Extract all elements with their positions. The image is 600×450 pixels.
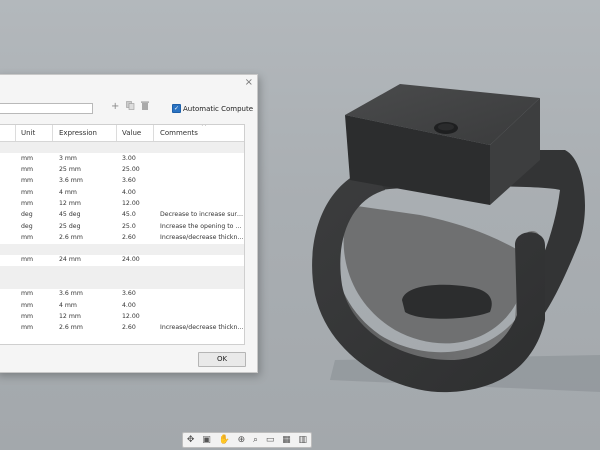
table-row[interactable]: mm 4 mm 4.00	[0, 187, 244, 198]
unit-cell: mm	[21, 188, 34, 196]
value-cell: 25.0	[122, 222, 136, 230]
value-cell: 3.60	[122, 290, 136, 298]
table-row[interactable]: mm 25 mm 25.00	[0, 165, 244, 176]
expression-cell[interactable]: 4 mm	[59, 189, 77, 196]
column-divider[interactable]	[52, 125, 53, 141]
sort-indicator-icon[interactable]: ^	[201, 125, 207, 131]
value-cell: 2.60	[122, 324, 136, 332]
table-row[interactable]: mm 12 mm 12.00	[0, 198, 244, 209]
unit-cell: mm	[21, 233, 34, 241]
table-row[interactable]: deg 45 deg 45.0 Decrease to increase surf..…	[0, 210, 244, 221]
fit-icon[interactable]: ⌕	[253, 433, 258, 447]
display-settings-icon[interactable]: ▭	[266, 433, 275, 447]
table-row[interactable]: deg 25 deg 25.0 Increase the opening to ...	[0, 221, 244, 232]
table-group-row[interactable]	[0, 277, 244, 289]
delete-icon[interactable]	[141, 101, 149, 113]
table-row[interactable]: mm 3 mm 3.00	[0, 153, 244, 164]
parameters-table: Unit Expression Value Comments ^ mm 3 mm 3…	[0, 124, 245, 345]
unit-cell: mm	[21, 312, 34, 320]
table-row[interactable]: mm 3.6 mm 3.60	[0, 176, 244, 187]
column-header-value[interactable]: Value	[122, 129, 141, 137]
comment-cell[interactable]: Increase/decrease thickn...	[160, 234, 244, 241]
orbit-icon[interactable]: ✥	[187, 433, 195, 447]
expression-cell[interactable]: 12 mm	[59, 313, 81, 320]
column-divider[interactable]	[15, 125, 16, 141]
expression-cell[interactable]: 12 mm	[59, 200, 81, 207]
copy-icon[interactable]	[126, 101, 135, 113]
value-cell: 2.60	[122, 233, 136, 241]
expression-cell[interactable]: 3.6 mm	[59, 290, 83, 297]
automatic-compute-toggle[interactable]: ✓ Automatic Compute	[172, 104, 253, 113]
look-at-icon[interactable]: ▣	[202, 433, 211, 447]
unit-cell: mm	[21, 290, 34, 298]
close-icon[interactable]: ×	[245, 77, 253, 88]
viewports-icon[interactable]: ▥	[299, 433, 308, 447]
value-cell: 25.00	[122, 166, 140, 174]
ring-slot	[402, 284, 492, 319]
column-header-expression[interactable]: Expression	[59, 129, 97, 137]
table-header: Unit Expression Value Comments ^	[0, 125, 244, 142]
expression-cell[interactable]: 2.6 mm	[59, 234, 83, 241]
expression-cell[interactable]: 4 mm	[59, 302, 77, 309]
column-divider[interactable]	[153, 125, 154, 141]
unit-cell: mm	[21, 199, 34, 207]
table-row[interactable]: mm 2.6 mm 2.60 Increase/decrease thickn...	[0, 232, 244, 243]
expression-cell[interactable]: 2.6 mm	[59, 324, 83, 331]
filter-input[interactable]	[0, 103, 93, 114]
ring-inner-shade	[343, 205, 518, 344]
unit-cell: deg	[21, 211, 33, 219]
value-cell: 45.0	[122, 211, 136, 219]
value-cell: 12.00	[122, 199, 140, 207]
value-cell: 4.00	[122, 188, 136, 196]
expression-cell[interactable]: 25 deg	[59, 223, 81, 230]
comment-cell[interactable]: Decrease to increase surf...	[160, 211, 244, 218]
value-cell: 3.00	[122, 154, 136, 162]
table-row[interactable]: mm 3.6 mm 3.60	[0, 289, 244, 300]
expression-cell[interactable]: 3 mm	[59, 155, 77, 162]
unit-cell: mm	[21, 301, 34, 309]
unit-cell: mm	[21, 256, 34, 264]
expression-cell[interactable]: 24 mm	[59, 256, 81, 263]
value-cell: 24.00	[122, 256, 140, 264]
table-row[interactable]: mm 2.6 mm 2.60 Increase/decrease thickn...	[0, 323, 244, 334]
table-group-row[interactable]	[0, 266, 244, 278]
unit-cell: mm	[21, 166, 34, 174]
comment-cell[interactable]: Increase the opening to ...	[160, 223, 244, 230]
table-group-row[interactable]	[0, 142, 244, 154]
table-body: mm 3 mm 3.00 mm 25 mm 25.00 mm 3.6 mm 3.60 mm 4 mm…	[0, 142, 244, 334]
comment-cell[interactable]: Increase/decrease thickn...	[160, 324, 244, 331]
navigation-toolbar: ✥ ▣ ✋ ⊕ ⌕ ▭ ▦ ▥	[182, 432, 312, 448]
table-row[interactable]: mm 24 mm 24.00	[0, 255, 244, 266]
screw-hole-inner	[438, 123, 454, 131]
checkbox-checked-icon[interactable]: ✓	[172, 104, 181, 113]
column-header-unit[interactable]: Unit	[21, 129, 35, 137]
table-row[interactable]: mm 4 mm 4.00	[0, 300, 244, 311]
unit-cell: mm	[21, 324, 34, 332]
column-divider[interactable]	[116, 125, 117, 141]
add-parameter-icon[interactable]: +	[111, 101, 119, 112]
unit-cell: deg	[21, 222, 33, 230]
value-cell: 12.00	[122, 312, 140, 320]
unit-cell: mm	[21, 154, 34, 162]
expression-cell[interactable]: 45 deg	[59, 211, 81, 218]
value-cell: 3.60	[122, 177, 136, 185]
column-header-comments[interactable]: Comments	[160, 129, 198, 137]
table-group-row[interactable]	[0, 243, 244, 255]
pan-icon[interactable]: ✋	[219, 433, 230, 447]
value-cell: 4.00	[122, 301, 136, 309]
expression-cell[interactable]: 3.6 mm	[59, 177, 83, 184]
ok-button[interactable]: OK	[198, 352, 246, 367]
grid-settings-icon[interactable]: ▦	[282, 433, 291, 447]
table-row[interactable]: mm 12 mm 12.00	[0, 311, 244, 322]
parameters-dialog: × + ✓ Automatic Compute Unit Expression …	[0, 74, 258, 373]
zoom-window-icon[interactable]: ⊕	[238, 433, 246, 447]
automatic-compute-label: Automatic Compute	[183, 104, 254, 113]
expression-cell[interactable]: 25 mm	[59, 166, 81, 173]
unit-cell: mm	[21, 177, 34, 185]
